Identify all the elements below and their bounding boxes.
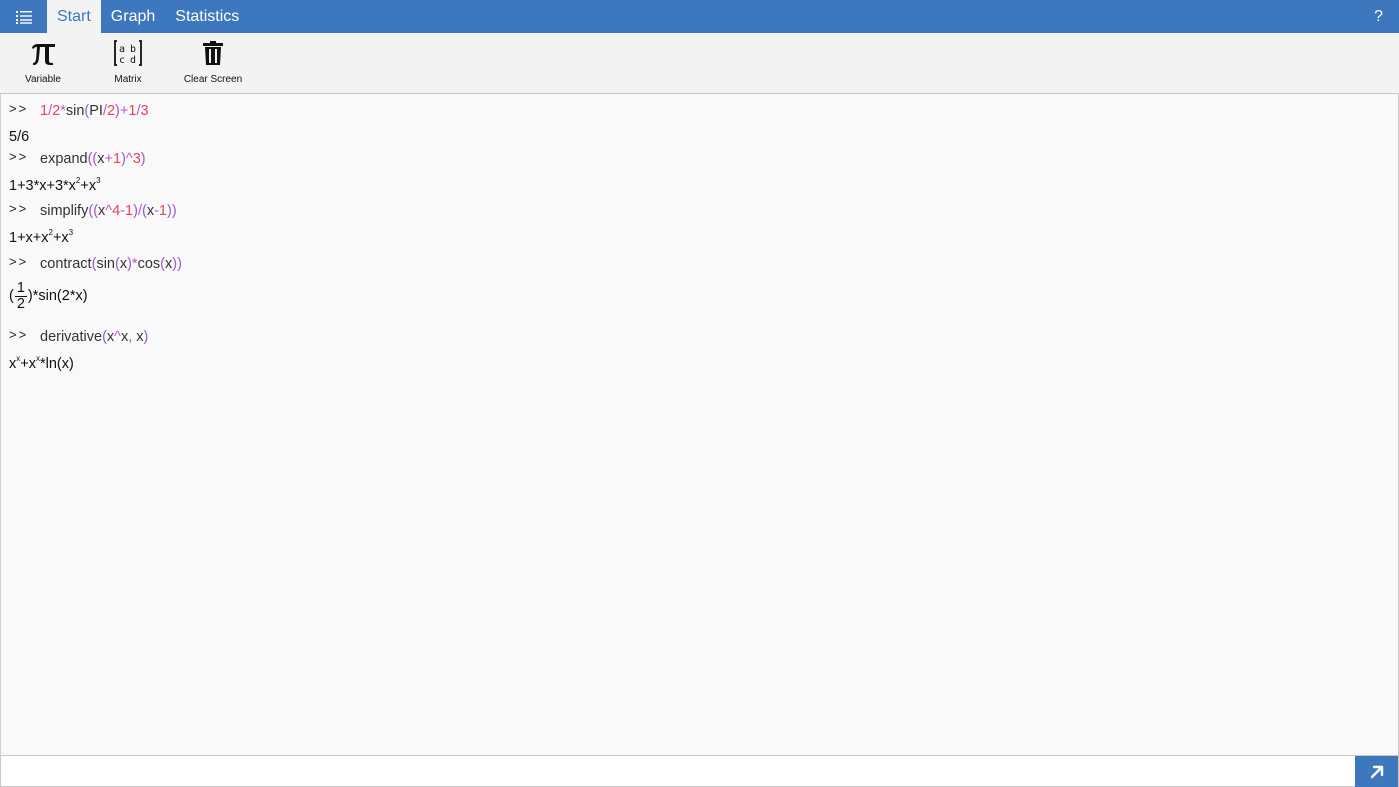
svg-text:a: a (119, 44, 125, 55)
svg-text:c: c (119, 55, 125, 66)
command-bar (0, 755, 1399, 787)
console-prompt: >> (9, 327, 29, 342)
console-result[interactable]: 1+x+x2+x3 (9, 227, 73, 251)
console-prompt: >> (9, 254, 29, 269)
console-output: >> 1/2*sin(PI/2)+1/3 5/6 >> expand((x+1)^3) 1… (0, 94, 1399, 755)
execute-button[interactable] (1355, 756, 1398, 787)
tab-graph[interactable]: Graph (101, 0, 165, 33)
console-command[interactable]: expand((x+1)^3) (40, 151, 146, 167)
matrix-icon: a b c d (114, 33, 142, 73)
clear-screen-button[interactable]: Clear Screen (182, 33, 244, 93)
trash-icon (201, 33, 225, 73)
list-icon (15, 10, 32, 24)
clear-screen-label: Clear Screen (183, 74, 243, 85)
console-result[interactable]: 1+3*x+3*x2+x3 (9, 175, 101, 199)
tab-statistics[interactable]: Statistics (165, 0, 249, 33)
top-bar: Start Graph Statistics ? (0, 0, 1399, 33)
help-button[interactable]: ? (1374, 0, 1383, 33)
pi-icon (29, 33, 57, 73)
console-command[interactable]: 1/2*sin(PI/2)+1/3 (40, 103, 149, 119)
command-input[interactable] (2, 757, 1355, 786)
matrix-label: Matrix (114, 74, 142, 85)
matrix-button[interactable]: a b c d Matrix (110, 33, 146, 93)
tab-start[interactable]: Start (47, 0, 101, 33)
svg-text:d: d (130, 55, 136, 66)
console-command[interactable]: derivative(x^x, x) (40, 329, 148, 345)
console-result[interactable]: (1 2)*sin(2*x) (9, 278, 88, 314)
arrow-up-right-icon (1370, 765, 1383, 778)
ribbon-toolbar: Variable a b c d Matrix Clear Screen (0, 33, 1399, 94)
variable-label: Variable (25, 74, 61, 85)
console-prompt: >> (9, 149, 29, 164)
console-result[interactable]: xx+xx*ln(x) (9, 354, 74, 376)
menu-button[interactable] (0, 0, 47, 33)
console-command[interactable]: contract(sin(x)*cos(x)) (40, 256, 182, 272)
console-command[interactable]: simplify((x^4-1)/(x-1)) (40, 203, 177, 219)
console-prompt: >> (9, 201, 29, 216)
svg-text:b: b (130, 44, 136, 55)
variable-button[interactable]: Variable (22, 33, 64, 93)
console-result[interactable]: 5/6 (9, 127, 29, 147)
console-prompt: >> (9, 101, 29, 116)
